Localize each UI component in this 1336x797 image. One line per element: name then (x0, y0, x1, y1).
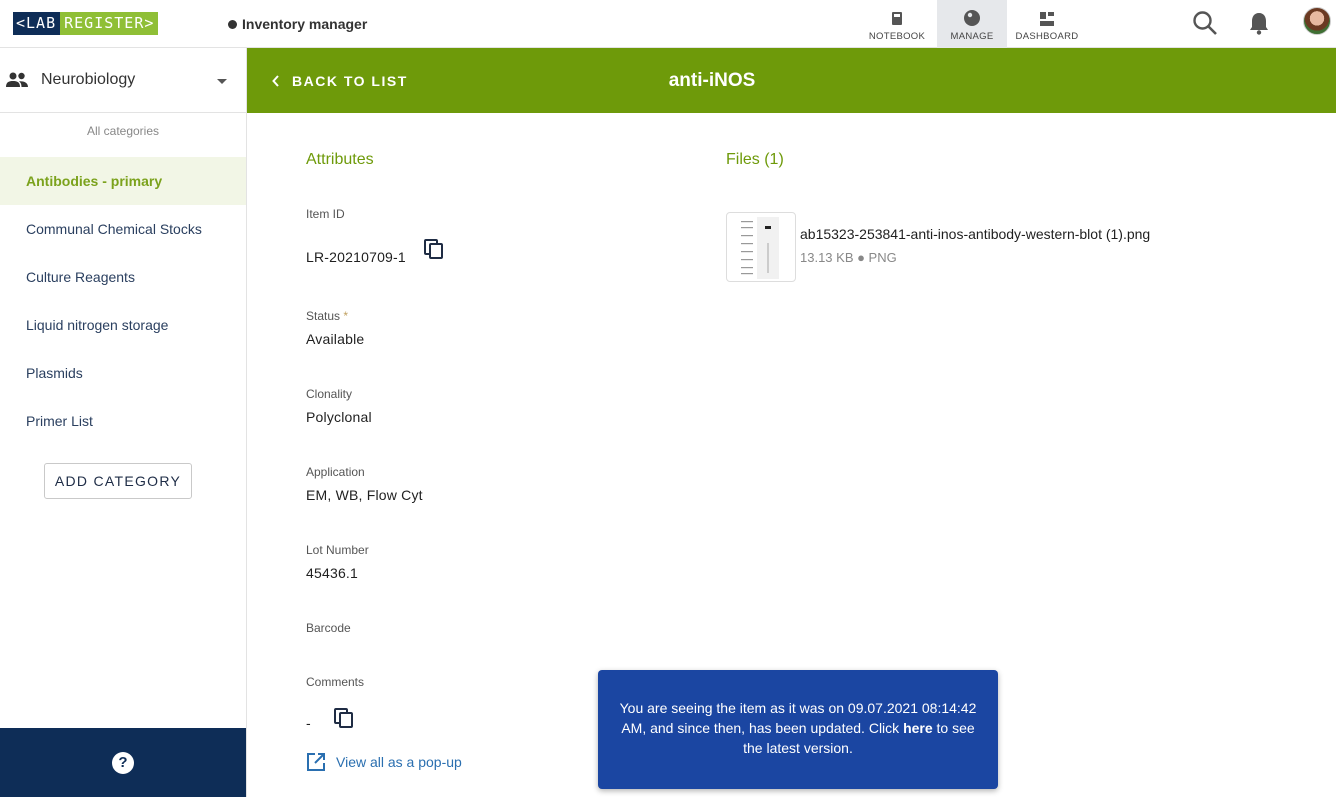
file-thumbnail[interactable] (726, 212, 796, 282)
western-blot-thumbnail (726, 212, 796, 282)
item-id-value: LR-20210709-1 (306, 249, 406, 265)
copy-icon[interactable] (423, 238, 445, 260)
nav-manage-label: MANAGE (950, 31, 994, 42)
blot-image (741, 217, 779, 279)
group-selector[interactable]: Neurobiology (0, 48, 246, 113)
open-external-icon (307, 753, 325, 771)
files-heading: Files (1) (726, 151, 784, 168)
category-plasmids[interactable]: Plasmids (0, 349, 246, 397)
category-communal-chemical-stocks[interactable]: Communal Chemical Stocks (0, 205, 246, 253)
logo-left: <LAB (13, 12, 61, 35)
app-name: Inventory manager (242, 16, 368, 32)
app-dot-icon (228, 19, 237, 29)
search-button[interactable] (1190, 8, 1220, 38)
view-as-popup-label: View all as a pop-up (336, 754, 462, 770)
nav-notebook-label: NOTEBOOK (868, 31, 926, 42)
people-icon (6, 72, 28, 87)
logo-right: REGISTER> (60, 12, 159, 35)
clonality-value: Polyclonal (306, 409, 372, 425)
sidebar: Neurobiology All categories Antibodies -… (0, 48, 247, 797)
lot-number-label: Lot Number (306, 543, 369, 557)
help-footer: ? (0, 728, 246, 797)
group-name: Neurobiology (41, 71, 136, 88)
top-bar: <LAB REGISTER> Inventory manager NOTEBOOK… (0, 0, 1336, 48)
status-value: Available (306, 331, 365, 347)
view-as-popup-link[interactable]: View all as a pop-up (306, 752, 462, 772)
nav-dashboard-label: DASHBOARD (1015, 31, 1079, 42)
dashboard-icon (1040, 12, 1054, 26)
manage-icon (964, 10, 980, 26)
add-category-button[interactable]: ADD CATEGORY (44, 463, 192, 499)
category-liquid-nitrogen-storage[interactable]: Liquid nitrogen storage (0, 301, 246, 349)
chevron-down-icon (217, 79, 227, 84)
toast-here-link[interactable]: here (903, 720, 933, 736)
nav-notebook[interactable]: NOTEBOOK (862, 0, 932, 48)
help-icon[interactable]: ? (112, 751, 134, 774)
nav-manage[interactable]: MANAGE (937, 0, 1007, 48)
lab-register-logo[interactable]: <LAB REGISTER> (13, 12, 159, 35)
attributes-heading: Attributes (306, 151, 374, 168)
comments-label: Comments (306, 675, 365, 689)
category-culture-reagents[interactable]: Culture Reagents (0, 253, 246, 301)
notebook-icon (892, 12, 902, 25)
category-primer-list[interactable]: Primer List (0, 397, 246, 445)
bell-icon (1250, 13, 1268, 35)
copy-comments-icon[interactable] (333, 707, 355, 729)
file-name[interactable]: ab15323-253841-anti-inos-antibody-wester… (800, 226, 1150, 242)
comments-value: - (306, 715, 311, 731)
item-header: BACK TO LIST anti-iNOS (247, 48, 1336, 113)
clonality-label: Clonality (306, 387, 353, 401)
version-notice-toast: You are seeing the item as it was on 09.… (598, 670, 998, 789)
all-categories-label[interactable]: All categories (0, 124, 246, 157)
file-meta: 13.13 KB ● PNG (800, 250, 897, 265)
application-label: Application (306, 465, 365, 479)
barcode-label: Barcode (306, 621, 351, 635)
category-antibodies-primary[interactable]: Antibodies - primary (0, 157, 246, 205)
status-label: Status * (306, 309, 348, 323)
nav-dashboard[interactable]: DASHBOARD (1012, 0, 1082, 48)
app-switcher[interactable]: Inventory manager (228, 16, 367, 32)
search-icon (1193, 11, 1217, 35)
item-id-label: Item ID (306, 207, 345, 221)
application-value: EM, WB, Flow Cyt (306, 487, 423, 503)
status-label-text: Status (306, 309, 341, 323)
item-title: anti-iNOS (668, 70, 756, 91)
lot-number-value: 45436.1 (306, 565, 359, 581)
required-marker: * (343, 309, 349, 323)
notifications-button[interactable] (1244, 8, 1274, 38)
user-avatar[interactable] (1303, 7, 1331, 35)
